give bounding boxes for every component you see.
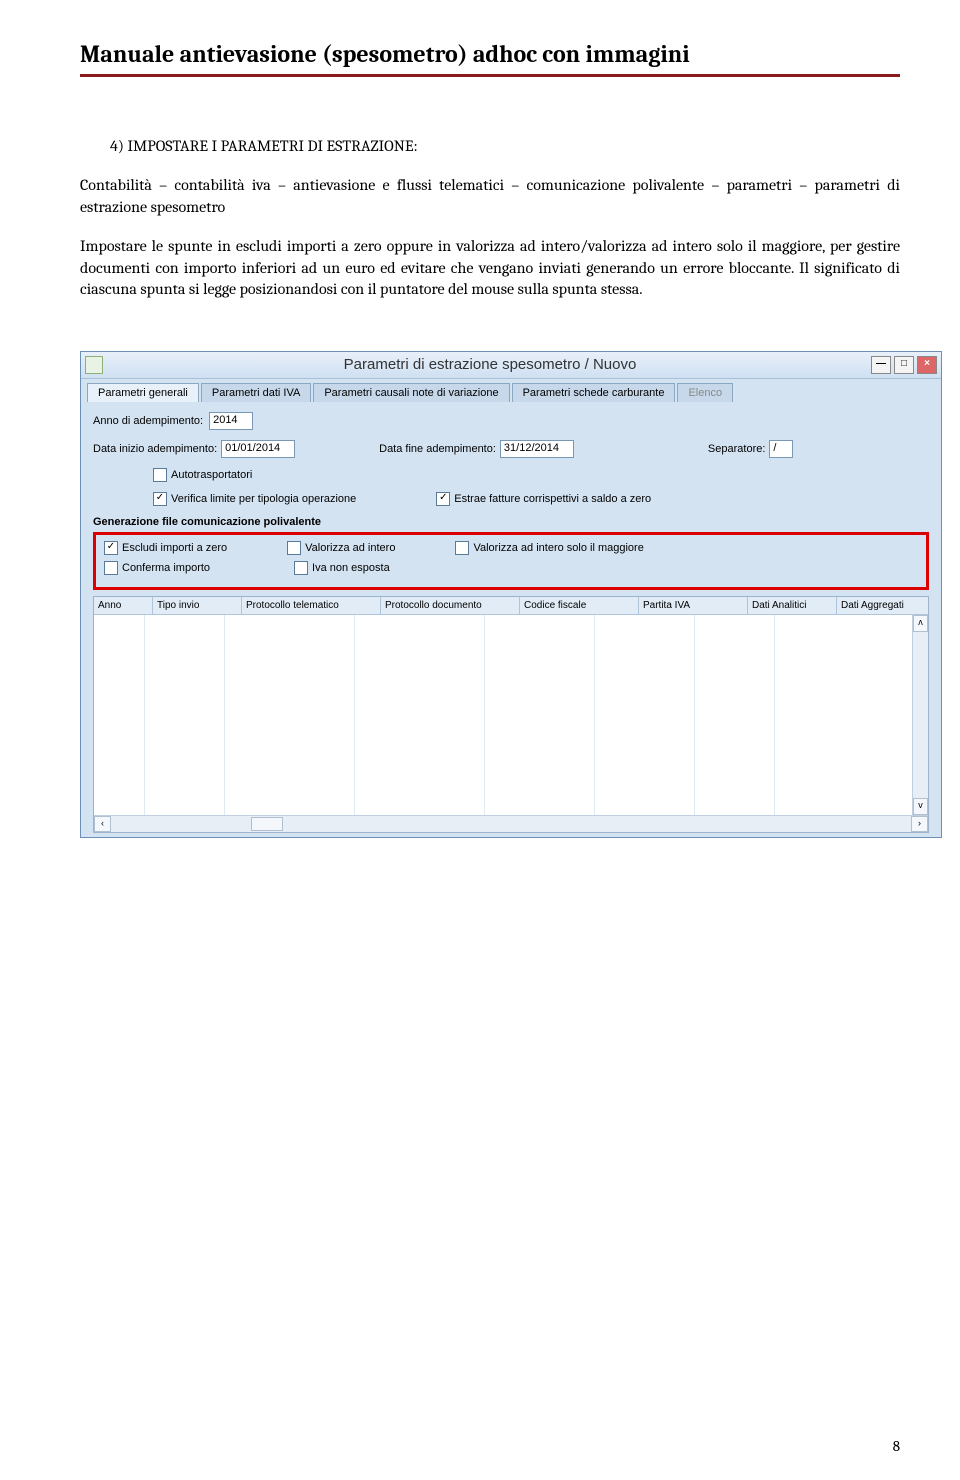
- app-window: Parametri di estrazione spesometro / Nuo…: [80, 351, 942, 838]
- col-dati-analitici[interactable]: Dati Analitici: [748, 597, 837, 614]
- tab-strip: Parametri generali Parametri dati IVA Pa…: [81, 379, 941, 402]
- col-protocollo-telematico[interactable]: Protocollo telematico: [242, 597, 381, 614]
- grid-header-row: Anno Tipo invio Protocollo telematico Pr…: [94, 597, 928, 615]
- paragraph-1: Contabilità – contabilità iva – antievas…: [80, 175, 900, 218]
- label-escludi-importi: Escludi importi a zero: [122, 542, 227, 554]
- close-button[interactable]: ×: [917, 356, 937, 374]
- col-codice-fiscale[interactable]: Codice fiscale: [520, 597, 639, 614]
- grid-horizontal-scrollbar[interactable]: ‹ ›: [94, 815, 928, 832]
- col-dati-aggregati[interactable]: Dati Aggregati: [837, 597, 928, 614]
- checkbox-estrae-fatture[interactable]: ✓: [436, 492, 450, 506]
- label-verifica-limite: Verifica limite per tipologia operazione: [171, 493, 356, 505]
- scroll-right-icon[interactable]: ›: [911, 816, 928, 832]
- checkbox-iva-non-esposta[interactable]: [294, 561, 308, 575]
- col-protocollo-documento[interactable]: Protocollo documento: [381, 597, 520, 614]
- page-number: 8: [893, 1437, 900, 1455]
- col-anno[interactable]: Anno: [94, 597, 153, 614]
- checkbox-valorizza-intero[interactable]: [287, 541, 301, 555]
- input-anno[interactable]: 2014: [209, 412, 253, 430]
- label-valorizza-intero: Valorizza ad intero: [305, 542, 395, 554]
- window-title: Parametri di estrazione spesometro / Nuo…: [109, 356, 871, 373]
- maximize-button[interactable]: □: [894, 356, 914, 374]
- section-generazione-file: Generazione file comunicazione polivalen…: [93, 516, 929, 528]
- checkbox-escludi-importi[interactable]: ✓: [104, 541, 118, 555]
- body-text: Contabilità – contabilità iva – antievas…: [80, 175, 900, 301]
- checkbox-conferma-importo[interactable]: [104, 561, 118, 575]
- form-area: Anno di adempimento: 2014 Data inizio ad…: [81, 402, 941, 837]
- label-autotrasportatori: Autotrasportatori: [171, 469, 252, 481]
- tab-parametri-generali[interactable]: Parametri generali: [87, 383, 199, 402]
- scroll-down-icon[interactable]: v: [913, 798, 928, 815]
- checkbox-autotrasportatori[interactable]: [153, 468, 167, 482]
- col-partita-iva[interactable]: Partita IVA: [639, 597, 748, 614]
- scroll-up-icon[interactable]: ʌ: [913, 615, 928, 632]
- tab-schede-carburante[interactable]: Parametri schede carburante: [512, 383, 676, 402]
- paragraph-2: Impostare le spunte in escludi importi a…: [80, 236, 900, 301]
- label-separatore: Separatore:: [708, 443, 765, 455]
- input-separatore[interactable]: /: [769, 440, 793, 458]
- label-iva-non-esposta: Iva non esposta: [312, 562, 390, 574]
- label-data-inizio: Data inizio adempimento:: [93, 443, 217, 455]
- scroll-track[interactable]: [111, 817, 911, 831]
- data-grid: Anno Tipo invio Protocollo telematico Pr…: [93, 596, 929, 833]
- label-anno: Anno di adempimento:: [93, 415, 203, 427]
- grid-vertical-scrollbar[interactable]: ʌ v: [912, 615, 928, 815]
- grid-body[interactable]: ʌ v: [94, 615, 928, 815]
- minimize-button[interactable]: —: [871, 356, 891, 374]
- tab-elenco[interactable]: Elenco: [677, 383, 733, 402]
- checkbox-valorizza-maggiore[interactable]: [455, 541, 469, 555]
- titlebar: Parametri di estrazione spesometro / Nuo…: [81, 352, 941, 379]
- highlighted-red-box: ✓ Escludi importi a zero Valorizza ad in…: [93, 532, 929, 590]
- label-conferma-importo: Conferma importo: [122, 562, 210, 574]
- tab-causali-note[interactable]: Parametri causali note di variazione: [313, 383, 509, 402]
- tab-parametri-dati-iva[interactable]: Parametri dati IVA: [201, 383, 311, 402]
- label-estrae-fatture: Estrae fatture corrispettivi a saldo a z…: [454, 493, 651, 505]
- label-valorizza-maggiore: Valorizza ad intero solo il maggiore: [473, 542, 643, 554]
- scroll-left-icon[interactable]: ‹: [94, 816, 111, 832]
- doc-header: Manuale antievasione (spesometro) adhoc …: [80, 40, 900, 77]
- scroll-thumb[interactable]: [251, 817, 283, 831]
- section-heading: 4) IMPOSTARE I PARAMETRI DI ESTRAZIONE:: [110, 137, 900, 155]
- label-data-fine: Data fine adempimento:: [379, 443, 496, 455]
- input-data-inizio[interactable]: 01/01/2014: [221, 440, 295, 458]
- col-tipo-invio[interactable]: Tipo invio: [153, 597, 242, 614]
- input-data-fine[interactable]: 31/12/2014: [500, 440, 574, 458]
- checkbox-verifica-limite[interactable]: ✓: [153, 492, 167, 506]
- window-icon: [85, 356, 103, 374]
